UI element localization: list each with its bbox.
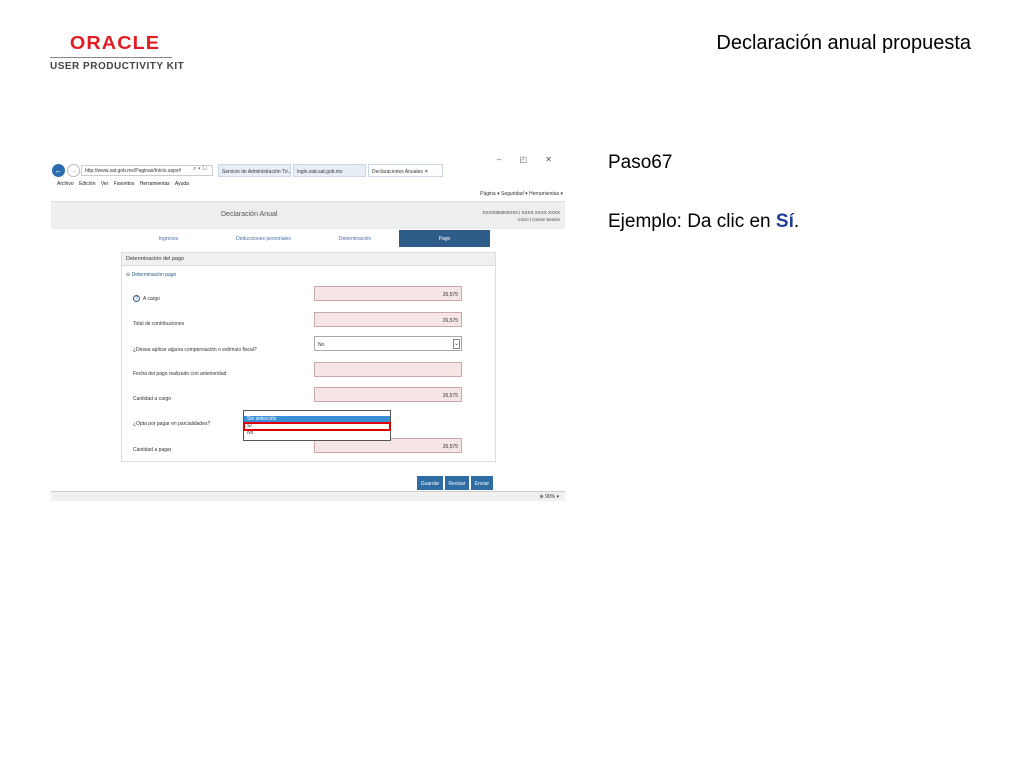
menu-item-ayuda[interactable]: Ayuda	[175, 181, 189, 187]
field-cantidad-cargo: 26,575	[314, 387, 462, 402]
browser-tab-sat[interactable]: Servicio de Administración Tri...	[218, 164, 291, 177]
save-button[interactable]: Guardar	[417, 476, 443, 490]
browser-tab-bar: ← → http://www.sat.gob.mx/Paginas/Inicio…	[51, 163, 565, 178]
row-label-a-cargo-text: A cargo	[143, 296, 160, 302]
step-label: Paso67	[608, 152, 673, 173]
review-button[interactable]: Revisar	[445, 476, 469, 490]
row-label-parcialidades: ¿Opta por pagar en parcialidades?	[133, 421, 211, 427]
section-title[interactable]: ⊖ Determinación pago	[126, 272, 176, 278]
help-icon[interactable]: ?	[133, 295, 140, 302]
menu-item-archivo[interactable]: Archivo	[57, 181, 74, 187]
menu-item-herramientas[interactable]: Herramientas	[140, 181, 170, 187]
select-compensacion-value: No	[318, 342, 325, 348]
tab-pago[interactable]: Pago	[399, 230, 490, 247]
panel-title: Determinación del pago	[122, 253, 495, 266]
browser-tab-login[interactable]: login.siat.sat.gob.mx	[293, 164, 366, 177]
app-title: Declaración Anual	[221, 211, 278, 218]
parcialidades-dropdown[interactable]: Sin selección Sí No	[243, 410, 391, 441]
user-rfc: XXXX000000XX0 | XXXX XXXX XXXX	[482, 210, 560, 215]
option-no[interactable]: No	[244, 430, 390, 437]
forward-arrow-icon[interactable]: →	[67, 164, 80, 177]
browser-tab-declaraciones[interactable]: Declaraciones Anuales ✕	[368, 164, 443, 177]
logo-brand: ORACLE	[69, 33, 161, 53]
oracle-upk-logo: ORACLE USER PRODUCTIVITY KIT	[50, 33, 185, 72]
tab-close-icon[interactable]: ✕	[424, 169, 428, 175]
section-title-label: Determinación pago	[131, 272, 177, 278]
app-header: Declaración Anual XXXX000000XX0 | XXXX X…	[51, 202, 565, 229]
option-sin-seleccion[interactable]: Sin selección	[244, 416, 390, 423]
chevron-down-icon[interactable]: ⌄	[453, 339, 460, 349]
collapse-icon: ⊖	[126, 272, 131, 278]
tab-determinacion[interactable]: Determinación	[311, 230, 399, 247]
tab-deducciones[interactable]: Deducciones personales	[216, 230, 311, 247]
instruction-target: Sí	[775, 211, 794, 232]
row-label-fecha-pago: Fecha del pago realizado con anteriorida…	[133, 371, 227, 377]
menu-item-favoritos[interactable]: Favoritos	[114, 181, 135, 187]
row-label-cantidad-pagar: Cantidad a pagar	[133, 447, 172, 453]
browser-tab-declaraciones-label: Declaraciones Anuales	[372, 169, 423, 175]
instruction-suffix: .	[793, 211, 800, 232]
user-info: XXXX000000XX0 | XXXX XXXX XXXX Inicio | …	[482, 209, 560, 223]
send-button[interactable]: Enviar	[471, 476, 493, 490]
field-a-cargo: 26,575	[314, 286, 462, 301]
command-bar[interactable]: Página ▾ Seguridad ▾ Herramientas ▾	[480, 191, 563, 197]
logo-product: USER PRODUCTIVITY KIT	[50, 61, 185, 72]
slide-title: Declaración anual propuesta	[716, 32, 971, 54]
logo-divider	[50, 57, 172, 58]
browser-screenshot: – ◰ ✕ ← → http://www.sat.gob.mx/Paginas/…	[51, 153, 565, 501]
row-label-cantidad-cargo: Cantidad a cargo	[133, 396, 172, 402]
instruction-prefix: Ejemplo: Da clic en	[608, 211, 776, 232]
field-total-contribuciones: 26,575	[314, 312, 462, 327]
tab-ingresos[interactable]: Ingresos	[121, 230, 216, 247]
browser-menu-bar: Archivo Edición Ver Favoritos Herramient…	[57, 181, 189, 187]
field-fecha-pago[interactable]	[314, 362, 462, 377]
back-arrow-icon[interactable]: ←	[52, 164, 65, 177]
option-si[interactable]: Sí	[243, 422, 391, 431]
row-label-a-cargo: ? A cargo	[133, 295, 160, 302]
row-label-total-contribuciones: Total de contribuciones	[133, 321, 185, 327]
user-links[interactable]: Inicio | Cerrar Sesión	[482, 216, 560, 223]
zoom-value: 90%	[545, 494, 556, 500]
menu-item-ver[interactable]: Ver	[101, 181, 109, 187]
row-label-compensacion: ¿Desea aplicar alguna compensación o est…	[133, 347, 257, 353]
status-bar: ⊕ 90% ▾	[51, 491, 565, 501]
menu-item-edicion[interactable]: Edición	[79, 181, 95, 187]
select-compensacion[interactable]: No ⌄	[314, 336, 462, 351]
zoom-level[interactable]: ⊕ 90% ▾	[539, 494, 559, 500]
search-refresh-icon[interactable]: ⌕ ▾ ↻	[193, 166, 207, 173]
app-tabs: Ingresos Deducciones personales Determin…	[121, 230, 491, 247]
instruction-text: Ejemplo: Da clic en Sí.	[608, 211, 799, 233]
